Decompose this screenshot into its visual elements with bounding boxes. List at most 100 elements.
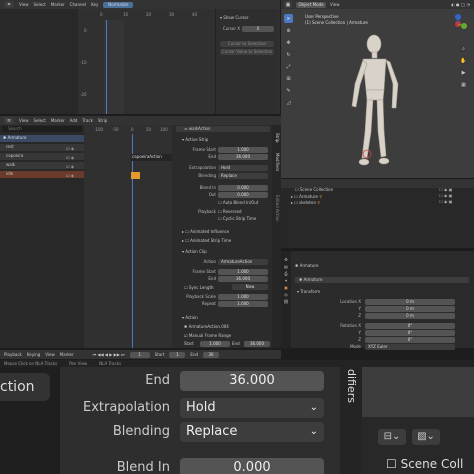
nla-playhead[interactable] [132, 134, 133, 348]
zoom-action-tab[interactable]: ction [0, 373, 50, 401]
3d-viewport[interactable]: ▣ Object Mode View ◐ ● ◯ ◔ User Perspect… [281, 0, 474, 178]
animated-strip-time-panel[interactable]: ▸ ☐ Animated Strip Time [182, 238, 231, 243]
timeline-view-menu[interactable]: View [45, 352, 55, 357]
perspective-icon[interactable]: ▦ [459, 80, 468, 89]
current-frame-field[interactable]: 1 [129, 351, 150, 358]
editor-type-icon[interactable]: ⌗ [4, 1, 14, 8]
sync-now-button[interactable]: Now [232, 284, 268, 290]
viewport-editor-icon[interactable]: ▣ [284, 1, 292, 8]
menu-key[interactable]: Key [91, 2, 98, 7]
scale-tool-icon[interactable]: ⤢ [284, 62, 293, 71]
outliner-visibility-icons[interactable]: ☐ ◉ ▣ ☐ ◉ ▣ ☐ ◉ ▣ [439, 187, 452, 205]
nla-search[interactable]: Search [2, 126, 82, 132]
reversed-checkbox[interactable]: ☐ Reversed [218, 209, 241, 214]
properties-object-field[interactable]: ✱ Armature [295, 277, 469, 283]
auto-blend-checkbox[interactable]: ☐ Auto Blend In/Out [218, 200, 258, 205]
zoom-blend-in-field[interactable]: 0.000 [180, 458, 324, 474]
armature-mannequin[interactable] [341, 32, 411, 172]
viewport-shading-icons[interactable]: ◐ ● ◯ ◔ [451, 2, 470, 7]
clip-end-field[interactable]: 36.000 [218, 276, 268, 282]
nla-menu-view[interactable]: View [19, 118, 29, 123]
cursor-to-selection-button[interactable]: Cursor to Selection [220, 41, 274, 47]
nla-menu-strip[interactable]: Strip [98, 118, 107, 123]
measure-tool-icon[interactable]: ◿ [284, 98, 293, 107]
cursor-tool-icon[interactable]: ⊕ [284, 26, 293, 35]
normalize-toggle[interactable]: Normalize [103, 1, 134, 8]
location-y-field[interactable]: 0 m [365, 306, 455, 312]
timeline-end-field[interactable]: 36 [203, 351, 220, 358]
nla-menu-marker[interactable]: Marker [51, 118, 65, 123]
physics-tab-icon[interactable]: ◎ [284, 292, 288, 297]
pan-icon[interactable]: ✋ [459, 56, 468, 65]
menu-select[interactable]: Select [34, 2, 46, 7]
timeline-marker-menu[interactable]: Marker [60, 352, 74, 357]
tool-tab-icon[interactable]: ⚙ [284, 257, 288, 262]
cyclic-strip-time-checkbox[interactable]: ☐ Cyclic Strip Time [218, 216, 256, 221]
transform-panel-title[interactable]: ▾ Transform [297, 289, 320, 294]
repeat-field[interactable]: 1.000 [218, 301, 268, 307]
nla-track-toggles[interactable]: ☑ ◈ ☑ ◈ ☑ ◈ ☑ ◈ [66, 144, 74, 180]
zoom-end-field[interactable]: 36.000 [180, 371, 324, 391]
range-end-field[interactable]: 36.000 [244, 341, 270, 347]
range-start-field[interactable]: 1.000 [200, 341, 230, 347]
navigation-gizmo[interactable] [446, 12, 470, 36]
viewport-menu-view[interactable]: View [330, 2, 340, 7]
timeline-keying-menu[interactable]: Keying [27, 352, 40, 357]
output-tab-icon[interactable]: ⎙ [284, 271, 287, 276]
menu-view[interactable]: View [19, 2, 29, 7]
render-tab-icon[interactable]: ▤ [284, 264, 288, 269]
nla-menu-track[interactable]: Track [82, 118, 92, 123]
manual-frame-range-checkbox[interactable]: ☑ Manual Frame Range [184, 333, 231, 338]
sync-length-checkbox[interactable]: ☐ Sync Length [184, 285, 214, 290]
select-tool-icon[interactable]: ➤ [284, 14, 293, 23]
action-selector[interactable]: ArmatureAction [218, 259, 268, 265]
extrapolation-dropdown[interactable]: Hold [218, 165, 268, 171]
cursor-x-field[interactable]: 0 [242, 26, 274, 32]
playback-controls[interactable]: ⏮ ◀◀ ◀ ▶ ▶▶ ⏭ [93, 352, 125, 357]
camera-icon[interactable]: ▶ [459, 68, 468, 77]
cursor-value-to-selection-button[interactable]: Cursor Value to Selection [220, 49, 274, 55]
nla-menu-add[interactable]: Add [70, 118, 78, 123]
nla-menu-select[interactable]: Select [34, 118, 46, 123]
zoom-modifiers-tab[interactable]: difiers [345, 369, 358, 403]
nla-strip-walk[interactable] [131, 172, 140, 179]
constraint-tab-icon[interactable]: ⛓ [283, 299, 288, 304]
rotation-mode-dropdown[interactable]: XYZ Euler [365, 344, 455, 350]
rotation-z-field[interactable]: 0° [365, 337, 455, 343]
menu-channel[interactable]: Channel [70, 2, 86, 7]
move-tool-icon[interactable]: ✥ [284, 38, 293, 47]
outliner-item-armature[interactable]: ▸ ☐ Armature ⚲ [291, 194, 322, 199]
scene-tab-icon[interactable]: ✦ [284, 278, 287, 283]
rotation-y-field[interactable]: 0° [365, 330, 455, 336]
zoom-filter-button[interactable]: ⊟⌄ [378, 429, 406, 445]
zoom-blending-dropdown[interactable]: Replace ⌄ [180, 422, 324, 442]
zoom-icon[interactable]: ⌕ [459, 44, 468, 53]
clip-frame-start-field[interactable]: 1.000 [218, 269, 268, 275]
tab-modifiers[interactable]: Modifiers [275, 153, 280, 171]
zoom-scene-collection[interactable]: ☐ Scene Coll [386, 457, 463, 471]
out-field[interactable]: 0.000 [218, 192, 268, 198]
timeline-start-field[interactable]: 1 [169, 351, 186, 358]
nla-editor-icon[interactable]: ≡ [4, 117, 14, 124]
rotation-x-field[interactable]: 0° [365, 323, 455, 329]
annotate-tool-icon[interactable]: ✎ [284, 86, 293, 95]
location-z-field[interactable]: 0 m [365, 313, 455, 319]
object-mode-dropdown[interactable]: Object Mode [296, 1, 326, 8]
nla-strip-capoeira[interactable]: capoeiraAction [131, 154, 173, 161]
nla-track-armature[interactable]: ✱ Armature [0, 135, 84, 142]
menu-marker[interactable]: Marker [51, 2, 65, 7]
zoom-extrapolation-dropdown[interactable]: Hold ⌄ [180, 398, 324, 418]
zoom-display-mode-button[interactable]: ▨⌄ [412, 429, 440, 445]
end-field[interactable]: 36.000 [218, 154, 268, 160]
rotate-tool-icon[interactable]: ↻ [284, 50, 293, 59]
animated-influence-panel[interactable]: ▸ ☐ Animated Influence [182, 229, 229, 234]
frame-start-field[interactable]: 1.000 [218, 147, 268, 153]
blending-dropdown[interactable]: Replace [218, 173, 268, 179]
graph-playhead[interactable] [106, 20, 107, 114]
blend-in-field[interactable]: 0.000 [218, 185, 268, 191]
location-x-field[interactable]: 0 m [365, 299, 455, 305]
tab-strip[interactable]: Strip [275, 133, 280, 142]
object-tab-icon[interactable]: ▣ [284, 285, 288, 290]
timeline-playback-menu[interactable]: Playback [4, 352, 22, 357]
transform-tool-icon[interactable]: ⊞ [284, 74, 293, 83]
